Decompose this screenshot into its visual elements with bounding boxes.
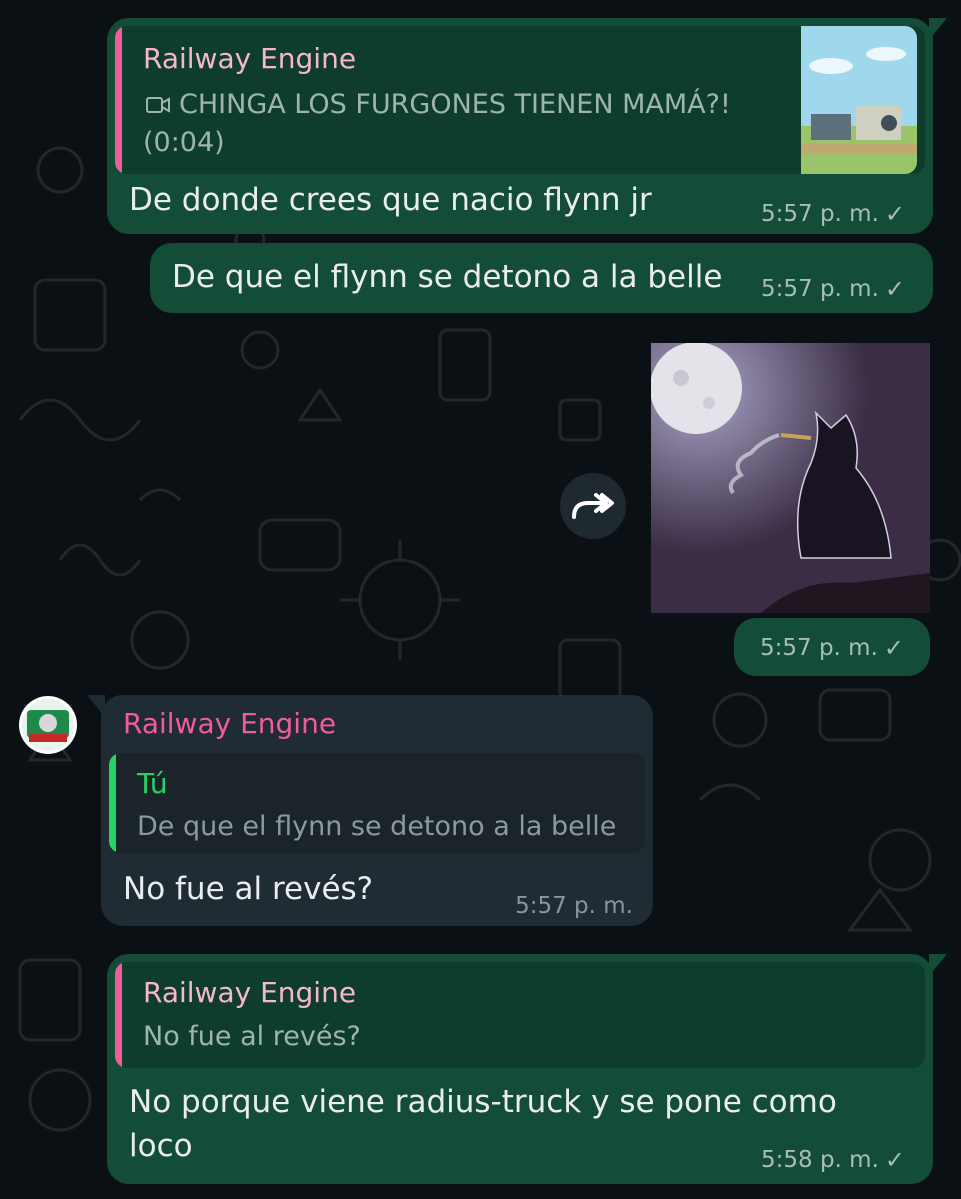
message-bubble-outgoing[interactable]: Railway Engine No fue al revés? No porqu… — [107, 954, 947, 1184]
message-bubble-outgoing[interactable]: 5:57 p. m. ✓ — [734, 618, 930, 676]
forward-arrow-icon — [572, 493, 614, 519]
sent-check-icon: ✓ — [884, 275, 905, 303]
forward-button[interactable] — [560, 473, 626, 539]
message-time: 5:57 p. m. — [515, 893, 633, 919]
reply-author: Railway Engine — [143, 976, 357, 1009]
avatar[interactable] — [19, 696, 77, 754]
message-meta: 5:58 p. m. ✓ — [761, 1146, 905, 1174]
bubble-tail — [87, 695, 105, 717]
message-bubble-outgoing[interactable]: De que el flynn se detono a la belle 5:5… — [150, 243, 933, 313]
message-time: 5:57 p. m. — [760, 276, 879, 302]
reply-quote-bar — [109, 753, 116, 853]
message-text: De donde crees que nacio flynn jr — [129, 182, 652, 218]
message-bubble-outgoing[interactable]: Railway Engine CHINGA LOS FURGONES TIENE… — [107, 18, 947, 234]
message-text: De que el flynn se detono a la belle — [172, 259, 723, 295]
reply-text: CHINGA LOS FURGONES TIENEN MAMÁ?! (0:04) — [143, 89, 731, 158]
reply-text: No fue al revés? — [143, 1021, 361, 1052]
reply-quote[interactable]: Railway Engine CHINGA LOS FURGONES TIENE… — [115, 26, 925, 174]
sent-check-icon: ✓ — [883, 634, 904, 662]
reply-thumbnail — [801, 26, 917, 174]
sent-check-icon: ✓ — [884, 200, 905, 228]
bubble-tail — [929, 954, 947, 976]
message-time: 5:57 p. m. — [760, 201, 879, 227]
bubble-tail — [929, 18, 947, 40]
message-meta: 5:57 p. m. ✓ — [761, 275, 905, 303]
reply-quote[interactable]: Tú De que el flynn se detono a la belle — [109, 753, 645, 853]
reply-text: De que el flynn se detono a la belle — [137, 811, 617, 842]
sender-name: Railway Engine — [123, 707, 337, 740]
message-meta: 5:57 p. m. ✓ — [761, 200, 905, 228]
message-meta: 5:57 p. m. — [515, 893, 633, 919]
reply-author: Tú — [137, 767, 168, 800]
message-meta: 5:57 p. m. ✓ — [760, 634, 904, 662]
message-text: No fue al revés? — [123, 871, 374, 907]
reply-quote-bar — [115, 26, 122, 174]
message-time: 5:58 p. m. — [760, 1147, 879, 1173]
reply-quote[interactable]: Railway Engine No fue al revés? — [115, 962, 925, 1068]
message-bubble-incoming[interactable]: Railway Engine Tú De que el flynn se det… — [87, 695, 653, 926]
green-train-avatar-icon — [22, 699, 74, 751]
sent-check-icon: ✓ — [884, 1146, 905, 1174]
reply-author: Railway Engine — [143, 42, 357, 75]
message-image[interactable] — [651, 343, 930, 613]
reply-quote-bar — [115, 962, 122, 1068]
message-time: 5:57 p. m. — [759, 635, 878, 661]
